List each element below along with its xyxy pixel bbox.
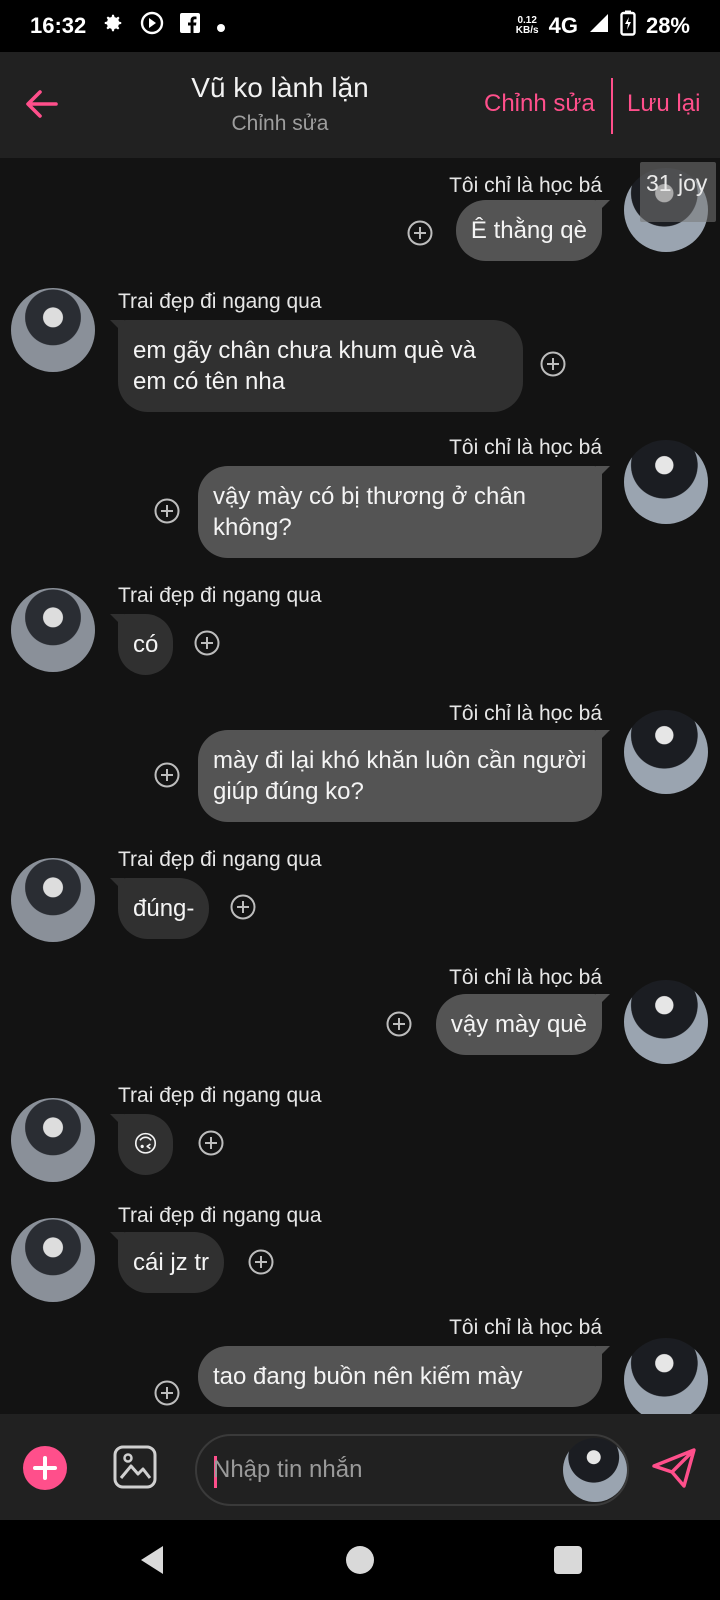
recents-square-icon[interactable]: [550, 1542, 586, 1578]
message-input-wrapper: [195, 1434, 629, 1506]
signal-icon: [588, 12, 610, 40]
message-input[interactable]: [213, 1436, 543, 1504]
dot-icon: [216, 13, 226, 39]
avatar[interactable]: [11, 1098, 95, 1182]
no-disturb-icon: [140, 11, 164, 41]
message-bubble[interactable]: tao đang buồn nên kiếm mày: [198, 1346, 610, 1407]
message-bubble[interactable]: Ê thằng qè: [455, 200, 611, 261]
message-bubble[interactable]: cái jz tr: [109, 1232, 225, 1293]
sender-name: Tôi chỉ là học bá: [449, 174, 602, 197]
plus-icon: [33, 1456, 57, 1480]
facebook-icon: [180, 13, 201, 39]
avatar[interactable]: [11, 1218, 95, 1302]
message-bubble[interactable]: đúng-: [109, 878, 210, 939]
avatar[interactable]: [624, 980, 708, 1064]
page-subtitle: Chỉnh sửa: [231, 112, 329, 135]
sender-name: Trai đẹp đi ngang qua: [118, 1204, 322, 1227]
add-reaction-icon[interactable]: [154, 498, 180, 524]
avatar[interactable]: [11, 858, 95, 942]
add-reaction-icon[interactable]: [230, 894, 256, 920]
message-bubble[interactable]: mày đi lại khó khăn luôn cần người giúp …: [198, 730, 610, 822]
add-reaction-icon[interactable]: [248, 1249, 274, 1275]
page-title: Vũ ko lành lặn: [191, 72, 369, 103]
back-triangle-icon[interactable]: [135, 1542, 171, 1578]
add-reaction-icon[interactable]: [386, 1011, 412, 1037]
sender-name: Trai đẹp đi ngang qua: [118, 290, 322, 313]
sender-name: Trai đẹp đi ngang qua: [118, 848, 322, 871]
header-divider: [611, 78, 613, 134]
system-nav-bar: [0, 1520, 720, 1600]
message-bubble[interactable]: có: [109, 614, 174, 675]
message-bubble[interactable]: vậy mày có bị thương ở chân không?: [198, 466, 610, 558]
arrow-left-icon: [26, 90, 58, 118]
battery-charging-icon: [620, 10, 636, 42]
sender-name: Tôi chỉ là học bá: [449, 1316, 602, 1339]
message-composer: [0, 1414, 720, 1520]
avatar[interactable]: [624, 710, 708, 794]
edit-button[interactable]: Chỉnh sửa: [484, 90, 595, 118]
sender-name: Tôi chỉ là học bá: [449, 436, 602, 459]
avatar[interactable]: [563, 1438, 627, 1502]
avatar[interactable]: [11, 588, 95, 672]
add-reaction-icon[interactable]: [154, 762, 180, 788]
add-reaction-icon[interactable]: [198, 1130, 224, 1156]
message-bubble[interactable]: 🙃: [109, 1114, 174, 1175]
sender-name: Tôi chỉ là học bá: [449, 966, 602, 989]
add-reaction-icon[interactable]: [540, 351, 566, 377]
status-time: 16:32: [30, 13, 87, 38]
add-reaction-icon[interactable]: [407, 220, 433, 246]
message-bubble[interactable]: em gãy chân chưa khum què và em có tên n…: [110, 320, 523, 412]
save-button[interactable]: Lưu lại: [627, 90, 700, 118]
avatar[interactable]: [11, 288, 95, 372]
add-reaction-icon[interactable]: [194, 630, 220, 656]
add-reaction-icon[interactable]: [154, 1380, 180, 1406]
corner-badge: 31 joy: [640, 162, 716, 222]
sender-name: Trai đẹp đi ngang qua: [118, 1084, 322, 1107]
chat-header: Vũ ko lành lặn Chỉnh sửa Chỉnh sửa Lưu l…: [0, 52, 720, 158]
back-button[interactable]: [20, 82, 64, 126]
sender-name: Tôi chỉ là học bá: [449, 702, 602, 725]
network-speed: 0.12 KB/s: [515, 15, 539, 36]
message-bubble[interactable]: vậy mày què: [435, 994, 611, 1055]
add-attachment-button[interactable]: [23, 1446, 67, 1490]
image-icon: [113, 1445, 157, 1489]
send-icon: [652, 1448, 696, 1488]
avatar[interactable]: [624, 440, 708, 524]
home-circle-icon[interactable]: [342, 1542, 378, 1578]
sender-name: Trai đẹp đi ngang qua: [118, 584, 322, 607]
chat-message-list[interactable]: Tôi chỉ là học bá Ê thằng qè Trai đẹp đi…: [0, 158, 720, 1414]
settings-icon: [102, 12, 124, 40]
status-bar: 16:32 0.12 KB/s 4G 28%: [0, 0, 720, 52]
image-button[interactable]: [112, 1444, 158, 1490]
header-title-group: Vũ ko lành lặn Chỉnh sửa: [130, 72, 430, 136]
network-type: 4G: [548, 13, 578, 38]
avatar[interactable]: [624, 1338, 708, 1414]
battery-percent: 28%: [645, 13, 690, 38]
send-button[interactable]: [650, 1444, 698, 1492]
